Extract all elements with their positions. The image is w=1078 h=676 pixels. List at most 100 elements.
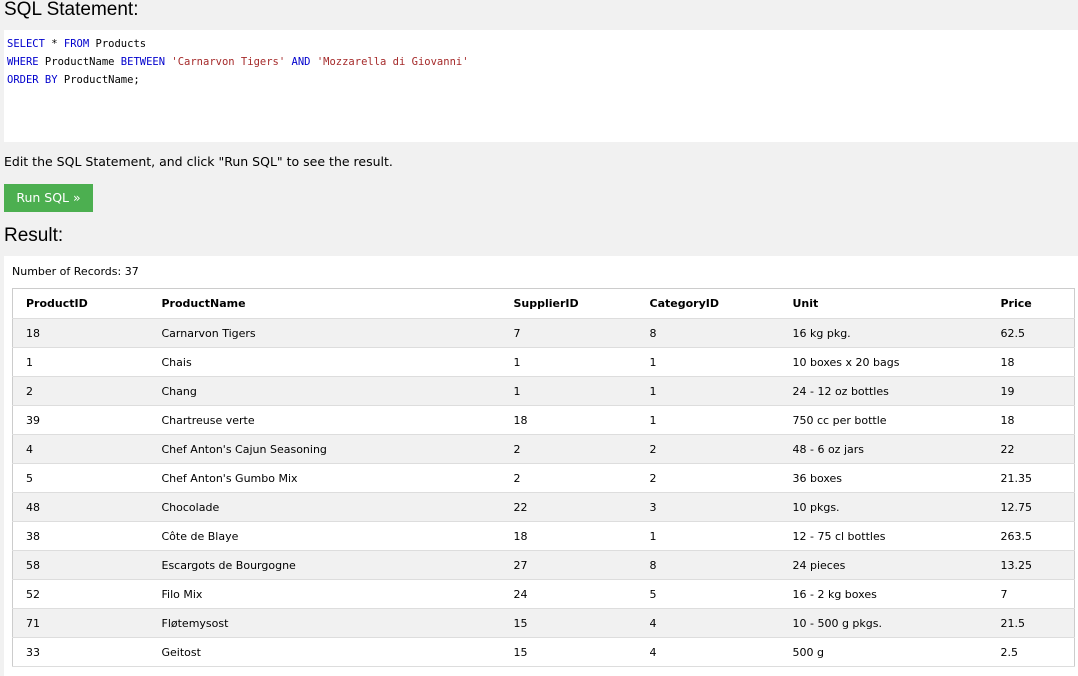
record-count: Number of Records: 37: [12, 265, 139, 278]
table-cell: 39: [12, 405, 149, 435]
result-heading: Result:: [4, 225, 64, 246]
run-sql-button[interactable]: Run SQL »: [4, 184, 93, 212]
table-cell: Chef Anton's Gumbo Mix: [148, 463, 501, 493]
sql-keyword: ORDER BY: [7, 74, 58, 86]
table-cell: 1: [636, 521, 780, 551]
sql-string: 'Mozzarella di Giovanni': [316, 56, 469, 68]
table-cell: 22: [500, 492, 637, 522]
table-cell: 8: [636, 550, 780, 580]
table-cell: 18: [12, 318, 149, 348]
table-row: 2 Chang 1 1 24 - 12 oz bottles 19: [12, 376, 1075, 406]
table-row: 18 Carnarvon Tigers 7 8 16 kg pkg. 62.5: [12, 318, 1075, 348]
sql-keyword: AND: [291, 56, 311, 68]
table-cell: Geitost: [148, 637, 501, 667]
table-cell: 500 g: [779, 637, 988, 667]
table-cell: 19: [987, 376, 1075, 406]
sql-line-2: WHERE ProductName BETWEEN 'Carnarvon Tig…: [7, 53, 1075, 71]
sql-keyword: WHERE: [7, 56, 39, 68]
table-cell: 4: [636, 608, 780, 638]
table-row: 33 Geitost 15 4 500 g 2.5: [12, 637, 1075, 667]
table-cell: 58: [12, 550, 149, 580]
table-row: 52 Filo Mix 24 5 16 - 2 kg boxes 7: [12, 579, 1075, 609]
table-cell: 48 - 6 oz jars: [779, 434, 988, 464]
table-cell: 2: [500, 434, 637, 464]
table-cell: 10 boxes x 20 bags: [779, 347, 988, 377]
table-cell: 5: [12, 463, 149, 493]
table-cell: 38: [12, 521, 149, 551]
table-header-row: ProductID ProductName SupplierID CategoryID…: [12, 288, 1075, 319]
column-header: SupplierID: [500, 288, 637, 319]
table-cell: 12 - 75 cl bottles: [779, 521, 988, 551]
table-cell: 16 kg pkg.: [779, 318, 988, 348]
table-row: 4 Chef Anton's Cajun Seasoning 2 2 48 - 6 oz…: [12, 434, 1075, 464]
table-row: 5 Chef Anton's Gumbo Mix 2 2 36 boxes 21.35: [12, 463, 1075, 493]
sql-text: *: [44, 38, 64, 50]
table-cell: 750 cc per bottle: [779, 405, 988, 435]
table-cell: Chef Anton's Cajun Seasoning: [148, 434, 501, 464]
table-cell: 24 - 12 oz bottles: [779, 376, 988, 406]
column-header: ProductName: [148, 288, 501, 319]
table-row: 71 Fløtemysost 15 4 10 - 500 g pkgs. 21.5: [12, 608, 1075, 638]
table-row: 1 Chais 1 1 10 boxes x 20 bags 18: [12, 347, 1075, 377]
table-cell: Fløtemysost: [148, 608, 501, 638]
table-cell: Escargots de Bourgogne: [148, 550, 501, 580]
table-cell: 24: [500, 579, 637, 609]
table-cell: 10 pkgs.: [779, 492, 988, 522]
result-table: ProductID ProductName SupplierID CategoryID…: [12, 288, 1075, 667]
table-cell: 18: [987, 347, 1075, 377]
table-cell: 21.5: [987, 608, 1075, 638]
table-cell: 5: [636, 579, 780, 609]
sql-string: 'Carnarvon Tigers': [171, 56, 286, 68]
table-cell: 2: [636, 434, 780, 464]
table-cell: 1: [636, 347, 780, 377]
table-cell: Côte de Blaye: [148, 521, 501, 551]
column-header: Price: [987, 288, 1075, 319]
table-row: 48 Chocolade 22 3 10 pkgs. 12.75: [12, 492, 1075, 522]
table-cell: 36 boxes: [779, 463, 988, 493]
sql-statement-heading: SQL Statement:: [4, 0, 139, 20]
table-cell: 1: [500, 347, 637, 377]
sql-keyword: SELECT: [7, 38, 45, 50]
table-cell: 62.5: [987, 318, 1075, 348]
sql-keyword: BETWEEN: [120, 56, 166, 68]
table-cell: 2.5: [987, 637, 1075, 667]
table-cell: 7: [987, 579, 1075, 609]
table-cell: Chais: [148, 347, 501, 377]
table-cell: 1: [500, 376, 637, 406]
table-cell: 24 pieces: [779, 550, 988, 580]
table-cell: 22: [987, 434, 1075, 464]
table-cell: 15: [500, 608, 637, 638]
table-cell: 4: [12, 434, 149, 464]
table-cell: 18: [987, 405, 1075, 435]
sql-text: ProductName;: [57, 74, 140, 86]
table-cell: 263.5: [987, 521, 1075, 551]
table-cell: 13.25: [987, 550, 1075, 580]
column-header: Unit: [779, 288, 988, 319]
table-cell: 27: [500, 550, 637, 580]
instruction-text: Edit the SQL Statement, and click "Run S…: [4, 154, 393, 169]
table-cell: 1: [636, 405, 780, 435]
table-cell: 2: [636, 463, 780, 493]
table-cell: 15: [500, 637, 637, 667]
sql-line-1: SELECT * FROM Products: [7, 35, 1075, 53]
table-cell: 52: [12, 579, 149, 609]
result-panel: Number of Records: 37 ProductID ProductNa…: [4, 256, 1078, 676]
sql-text: Products: [89, 38, 147, 50]
sql-editor[interactable]: SELECT * FROM Products WHERE ProductName …: [4, 30, 1078, 142]
sql-keyword: FROM: [63, 38, 90, 50]
sql-line-3: ORDER BY ProductName;: [7, 71, 1075, 89]
table-body: 18 Carnarvon Tigers 7 8 16 kg pkg. 62.5 1 Chais…: [12, 318, 1075, 667]
table-row: 39 Chartreuse verte 18 1 750 cc per bottle 18: [12, 405, 1075, 435]
table-cell: 18: [500, 521, 637, 551]
table-cell: 12.75: [987, 492, 1075, 522]
table-cell: 2: [12, 376, 149, 406]
table-cell: 7: [500, 318, 637, 348]
table-row: 58 Escargots de Bourgogne 27 8 24 pieces 13.2…: [12, 550, 1075, 580]
table-cell: 18: [500, 405, 637, 435]
table-cell: Carnarvon Tigers: [148, 318, 501, 348]
table-cell: 10 - 500 g pkgs.: [779, 608, 988, 638]
table-cell: Chocolade: [148, 492, 501, 522]
table-cell: 1: [12, 347, 149, 377]
table-cell: 2: [500, 463, 637, 493]
table-cell: Chang: [148, 376, 501, 406]
